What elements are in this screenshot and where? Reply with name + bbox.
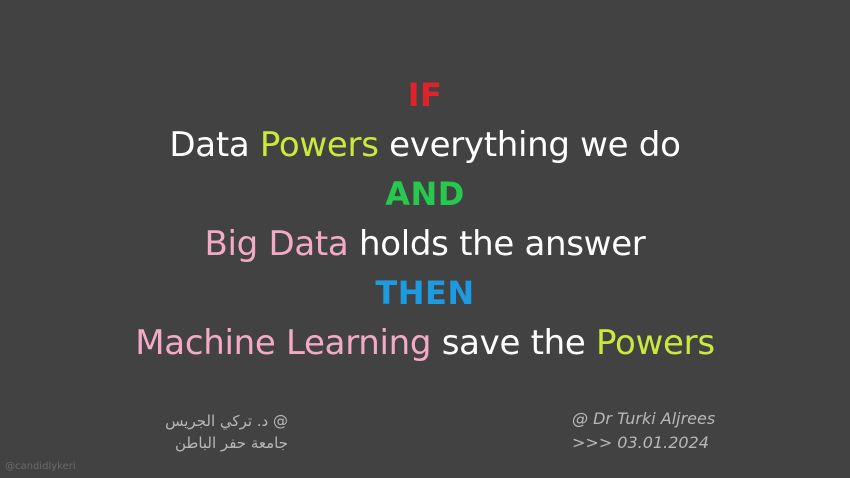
then-keyword: THEN <box>375 274 475 312</box>
if-line: IF <box>0 75 850 115</box>
slide: IF Data Powers everything we do AND Big … <box>0 0 850 478</box>
arabic-signature-university: جامعة حفر الباطن <box>174 434 288 452</box>
machine-learning-word: Machine Learning <box>135 323 432 363</box>
powers-word-2: Powers <box>596 323 715 363</box>
machine-learning-line: Machine Learning save the Powers <box>0 323 850 363</box>
save-the-text: save the <box>431 323 597 363</box>
everything-text: everything we do <box>378 125 681 165</box>
english-signature: @ Dr Turki Aljrees >>> 03.01.2024 <box>572 407 715 455</box>
arabic-signature-name: @ د. تركي الجريس <box>165 412 288 430</box>
big-data-line: Big Data holds the answer <box>0 224 850 264</box>
if-keyword: IF <box>407 76 443 114</box>
watermark: @candidlykeri <box>5 461 76 472</box>
english-signature-date: >>> 03.01.2024 <box>572 433 709 452</box>
holds-answer-text: holds the answer <box>348 224 646 264</box>
data-powers-line: Data Powers everything we do <box>0 125 850 165</box>
arabic-signature: @ د. تركي الجريس جامعة حفر الباطن <box>148 410 288 454</box>
english-signature-name: @ Dr Turki Aljrees <box>572 409 716 428</box>
powers-word: Powers <box>259 125 379 165</box>
and-keyword: AND <box>385 175 465 213</box>
big-data-word: Big Data <box>204 224 349 264</box>
then-line: THEN <box>0 273 850 313</box>
and-line: AND <box>0 174 850 214</box>
data-word: Data <box>169 125 260 165</box>
